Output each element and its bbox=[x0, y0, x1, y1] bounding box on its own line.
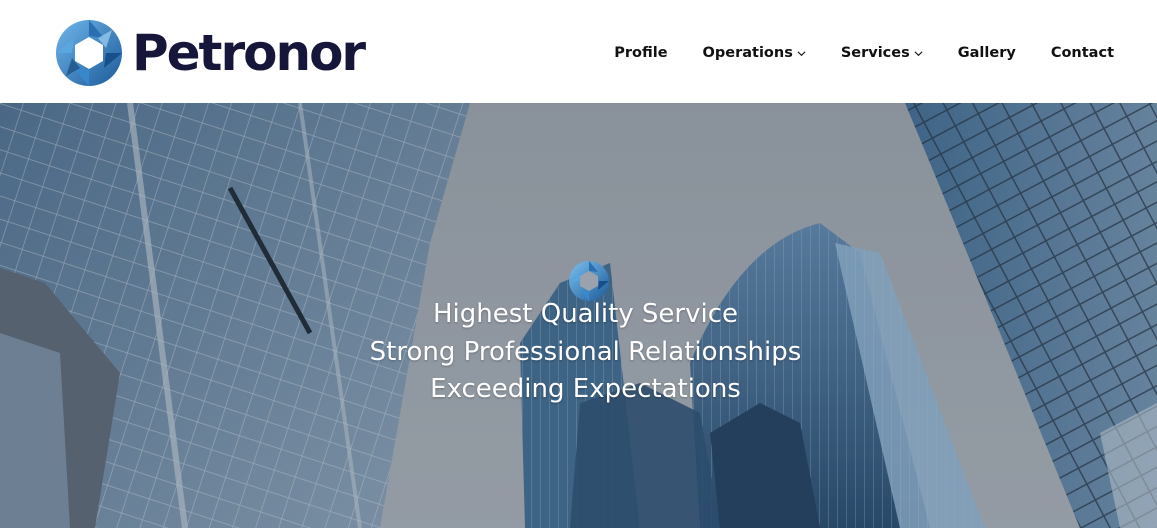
site-header: Petronor Profile Operations Services Gal… bbox=[0, 0, 1157, 103]
nav-item-profile[interactable]: Profile bbox=[614, 45, 667, 61]
nav-item-label: Contact bbox=[1050, 45, 1114, 61]
aperture-ring-icon bbox=[56, 20, 122, 86]
nav-item-services[interactable]: Services bbox=[841, 45, 923, 61]
hero-line-1: Highest Quality Service bbox=[432, 299, 739, 329]
nav-item-label: Services bbox=[840, 45, 910, 61]
chevron-down-icon bbox=[914, 50, 923, 56]
nav-item-label: Operations bbox=[702, 45, 793, 61]
brand-logo-link[interactable]: Petronor bbox=[54, 18, 366, 88]
nav-item-operations[interactable]: Operations bbox=[703, 45, 806, 61]
chevron-down-icon bbox=[797, 50, 806, 56]
hero-banner: Highest Quality Service Strong Professio… bbox=[0, 103, 1157, 528]
main-nav: Profile Operations Services Gallery Cont… bbox=[614, 38, 1114, 68]
hero-line-3: Exceeding Expectations bbox=[430, 374, 741, 404]
hero-tagline: Highest Quality Service Strong Professio… bbox=[0, 296, 1157, 409]
brand-wordmark: Petronor bbox=[132, 24, 366, 82]
nav-item-gallery[interactable]: Gallery bbox=[958, 45, 1016, 61]
nav-item-label: Profile bbox=[614, 45, 668, 61]
nav-item-contact[interactable]: Contact bbox=[1051, 45, 1114, 61]
hero-line-2: Strong Professional Relationships bbox=[369, 336, 802, 367]
nav-item-label: Gallery bbox=[957, 45, 1016, 61]
